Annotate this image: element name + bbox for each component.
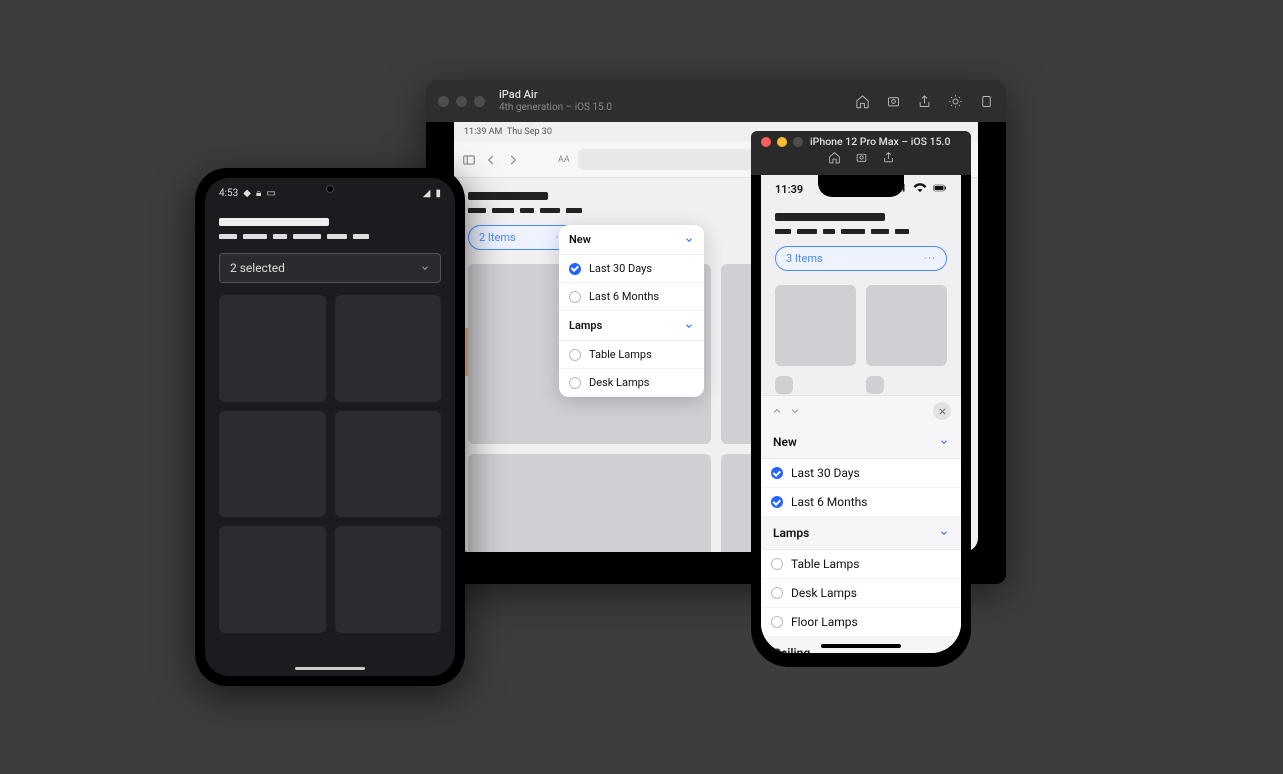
radio-checked-icon <box>771 496 783 508</box>
chevron-down-icon <box>939 437 949 447</box>
radio-checked-icon <box>771 467 783 479</box>
product-tile[interactable] <box>866 285 947 366</box>
home-icon[interactable] <box>828 151 841 164</box>
product-tile[interactable] <box>335 526 442 633</box>
status-date: Thu Sep 30 <box>507 127 552 137</box>
screenshot-icon[interactable] <box>855 151 868 164</box>
product-tile[interactable] <box>219 295 326 402</box>
radio-icon <box>569 377 581 389</box>
product-tile[interactable] <box>219 526 326 633</box>
product-tile[interactable] <box>775 285 856 366</box>
status-time: 11:39 AM <box>464 127 502 137</box>
screenshot-icon[interactable] <box>886 94 901 109</box>
sidebar-icon[interactable] <box>462 153 476 167</box>
share-icon[interactable] <box>917 94 932 109</box>
select-label: 2 selected <box>230 261 285 275</box>
sheet-handle <box>761 396 961 426</box>
option-last-30-days[interactable]: Last 30 Days <box>761 459 961 488</box>
sheet-section-new[interactable]: New <box>761 426 961 459</box>
radio-icon <box>771 558 783 570</box>
option-desk-lamps[interactable]: Desk Lamps <box>761 579 961 608</box>
chevron-down-icon <box>420 263 430 273</box>
forward-icon[interactable] <box>506 153 520 167</box>
heading-placeholder <box>775 213 885 221</box>
option-last-6-months[interactable]: Last 6 Months <box>761 488 961 517</box>
radio-checked-icon <box>569 263 581 275</box>
radio-icon <box>569 291 581 303</box>
product-tile[interactable] <box>866 376 884 394</box>
iphone-titlebar: iPhone 12 Pro Max – iOS 15.0 <box>751 131 971 175</box>
product-tile[interactable] <box>468 454 711 552</box>
chevron-down-icon <box>939 528 949 538</box>
status-time: 4:53 <box>219 188 238 199</box>
lock-icon: 🔒︎ <box>256 188 261 199</box>
popover-section-new[interactable]: New <box>559 225 704 255</box>
product-grid <box>219 295 441 633</box>
appearance-icon[interactable] <box>948 94 963 109</box>
status-time: 11:39 <box>775 183 803 196</box>
home-indicator[interactable] <box>821 644 901 648</box>
close-button[interactable] <box>933 402 951 420</box>
option-table-lamps[interactable]: Table Lamps <box>559 341 704 369</box>
filter-popover: New Last 30 Days Last 6 Months Lamps Tab… <box>559 225 704 397</box>
option-last-6-months[interactable]: Last 6 Months <box>559 283 704 311</box>
android-status-bar: 4:53 ◆ 🔒︎ ▭ ◢ ▮ <box>205 178 455 208</box>
filter-chip[interactable]: 3 Items ··· <box>775 246 947 271</box>
font-size-button[interactable]: AA <box>558 155 570 165</box>
product-grid <box>775 285 947 394</box>
chevron-down-icon <box>684 321 694 331</box>
chip-label: 2 Items <box>479 231 516 244</box>
radio-icon <box>771 616 783 628</box>
filter-sheet: New Last 30 Days Last 6 Months Lamps Tab… <box>761 395 961 653</box>
chevron-down-icon <box>684 235 694 245</box>
heading-placeholder <box>219 218 329 226</box>
iphone-screen: 11:39 3 Items ··· <box>761 175 961 653</box>
android-screen: 4:53 ◆ 🔒︎ ▭ ◢ ▮ 2 selected <box>205 178 455 676</box>
radio-icon <box>771 587 783 599</box>
iphone-simulator-window: iPhone 12 Pro Max – iOS 15.0 11:39 <box>751 131 971 667</box>
chevron-up-icon[interactable] <box>771 405 783 417</box>
window-traffic-lights[interactable] <box>438 96 485 107</box>
home-icon[interactable] <box>855 94 870 109</box>
android-device: 4:53 ◆ 🔒︎ ▭ ◢ ▮ 2 selected <box>195 168 465 686</box>
popover-section-lamps[interactable]: Lamps <box>559 311 704 341</box>
share-icon[interactable] <box>882 151 895 164</box>
chevron-down-icon[interactable] <box>789 405 801 417</box>
front-camera <box>326 185 334 193</box>
option-last-30-days[interactable]: Last 30 Days <box>559 255 704 283</box>
subheading-placeholder <box>775 229 947 234</box>
window-title: iPad Air <box>499 89 612 101</box>
radio-icon <box>569 349 581 361</box>
rotate-icon[interactable] <box>979 94 994 109</box>
sheet-section-lamps[interactable]: Lamps <box>761 517 961 550</box>
subheading-placeholder <box>219 234 441 239</box>
option-table-lamps[interactable]: Table Lamps <box>761 550 961 579</box>
chip-label: 3 Items <box>786 252 823 265</box>
ipad-titlebar: iPad Air 4th generation – iOS 15.0 <box>426 80 1006 122</box>
home-indicator[interactable] <box>295 667 365 670</box>
chevron-right-icon <box>939 648 949 653</box>
product-tile[interactable] <box>335 295 442 402</box>
filter-select[interactable]: 2 selected <box>219 253 441 283</box>
notification-icon: ◆ <box>243 188 251 199</box>
chip-more-icon: ··· <box>924 252 936 265</box>
battery-icon: ▮ <box>435 188 441 199</box>
calendar-icon: ▭ <box>266 188 275 199</box>
back-icon[interactable] <box>484 153 498 167</box>
product-tile[interactable] <box>335 411 442 518</box>
product-tile[interactable] <box>775 376 793 394</box>
option-floor-lamps[interactable]: Floor Lamps <box>761 608 961 637</box>
product-tile[interactable] <box>219 411 326 518</box>
iphone-notch <box>818 175 904 197</box>
signal-icon: ◢ <box>423 188 431 199</box>
window-title: iPhone 12 Pro Max – iOS 15.0 <box>810 135 950 148</box>
heading-placeholder <box>468 192 548 200</box>
window-traffic-lights[interactable] <box>761 137 803 147</box>
option-desk-lamps[interactable]: Desk Lamps <box>559 369 704 397</box>
window-subtitle: 4th generation – iOS 15.0 <box>499 102 612 113</box>
